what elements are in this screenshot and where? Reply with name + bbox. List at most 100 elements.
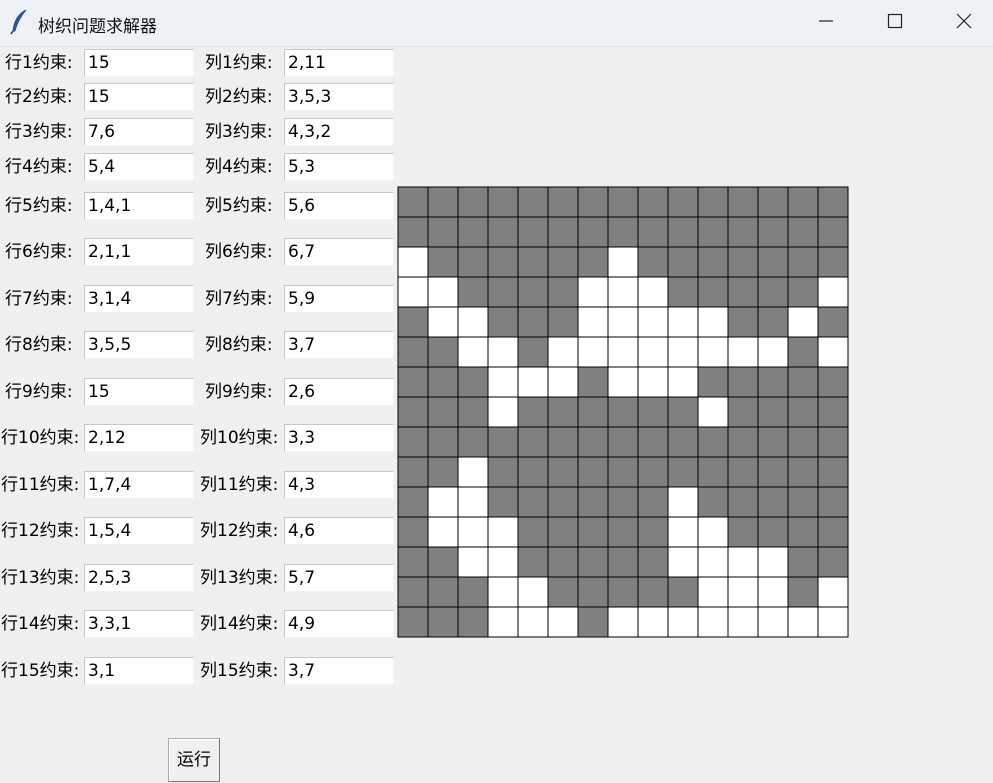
grid-cell-empty [517, 576, 549, 608]
grid-cell-empty [727, 606, 759, 638]
nonogram-grid [397, 186, 849, 638]
col-constraint-input[interactable] [284, 564, 394, 592]
grid-cell-empty [457, 456, 489, 488]
grid-cell-filled [667, 396, 699, 428]
row-constraint-input[interactable] [84, 610, 194, 638]
col-constraint-input[interactable] [284, 153, 394, 181]
grid-cell-empty [667, 486, 699, 518]
grid-cell-filled [787, 426, 819, 458]
grid-cell-filled [607, 426, 639, 458]
grid-cell-filled [727, 186, 759, 218]
grid-cell-empty [427, 516, 459, 548]
grid-cell-empty [607, 276, 639, 308]
grid-cell-filled [397, 426, 429, 458]
grid-cell-filled [637, 426, 669, 458]
grid-cell-empty [757, 606, 789, 638]
grid-cell-filled [817, 396, 849, 428]
col-constraint-input[interactable] [284, 378, 394, 406]
col-constraint-input[interactable] [284, 610, 394, 638]
grid-cell-filled [397, 306, 429, 338]
close-button[interactable] [930, 0, 993, 46]
grid-cell-filled [757, 246, 789, 278]
row-constraint-input[interactable] [84, 424, 194, 452]
col-constraint-input[interactable] [284, 424, 394, 452]
row-constraint-input[interactable] [84, 118, 194, 146]
grid-cell-filled [727, 276, 759, 308]
grid-cell-filled [787, 396, 819, 428]
grid-cell-empty [697, 546, 729, 578]
grid-cell-empty [487, 516, 519, 548]
col-constraint-input[interactable] [284, 238, 394, 266]
col-constraint-label: 列5约束: [205, 196, 273, 216]
grid-cell-filled [727, 366, 759, 398]
grid-cell-filled [817, 186, 849, 218]
grid-cell-filled [787, 186, 819, 218]
maximize-button[interactable] [861, 0, 929, 46]
row-constraint-input[interactable] [84, 285, 194, 313]
grid-cell-filled [787, 366, 819, 398]
grid-cell-filled [787, 546, 819, 578]
grid-cell-filled [487, 456, 519, 488]
grid-cell-filled [697, 426, 729, 458]
grid-cell-filled [457, 426, 489, 458]
grid-cell-filled [547, 276, 579, 308]
grid-cell-empty [487, 576, 519, 608]
row-constraint-input[interactable] [84, 471, 194, 499]
row-constraint-label: 行3约束: [5, 122, 73, 142]
row-constraint-input[interactable] [84, 49, 194, 77]
col-constraint-input[interactable] [284, 471, 394, 499]
grid-cell-filled [757, 396, 789, 428]
title-bar: 树织问题求解器 [0, 0, 993, 47]
grid-cell-empty [577, 306, 609, 338]
col-constraint-input[interactable] [284, 285, 394, 313]
grid-cell-empty [547, 606, 579, 638]
col-constraint-input[interactable] [284, 49, 394, 77]
col-constraint-input[interactable] [284, 331, 394, 359]
row-constraint-label: 行12约束: [1, 521, 80, 541]
grid-cell-filled [577, 426, 609, 458]
grid-cell-filled [727, 486, 759, 518]
grid-cell-empty [517, 606, 549, 638]
col-constraint-label: 列14约束: [200, 614, 279, 634]
col-constraint-input[interactable] [284, 192, 394, 220]
minimize-button[interactable] [792, 0, 860, 46]
row-constraint-input[interactable] [84, 657, 194, 685]
grid-cell-filled [577, 576, 609, 608]
grid-cell-filled [817, 246, 849, 278]
grid-cell-filled [547, 576, 579, 608]
row-constraint-input[interactable] [84, 192, 194, 220]
grid-cell-filled [667, 186, 699, 218]
col-constraint-input[interactable] [284, 118, 394, 146]
col-constraint-input[interactable] [284, 657, 394, 685]
maximize-icon [887, 13, 903, 34]
grid-cell-empty [577, 336, 609, 368]
grid-cell-filled [817, 456, 849, 488]
grid-cell-filled [727, 456, 759, 488]
grid-cell-empty [607, 246, 639, 278]
row-constraint-input[interactable] [84, 517, 194, 545]
col-constraint-input[interactable] [284, 517, 394, 545]
row-constraint-input[interactable] [84, 564, 194, 592]
grid-cell-empty [667, 546, 699, 578]
col-constraint-label: 列15约束: [200, 661, 279, 681]
grid-cell-filled [547, 456, 579, 488]
row-constraint-input[interactable] [84, 238, 194, 266]
col-constraint-input[interactable] [284, 83, 394, 111]
row-constraint-label: 行11约束: [1, 475, 80, 495]
grid-cell-filled [577, 366, 609, 398]
row-constraint-input[interactable] [84, 83, 194, 111]
run-button[interactable]: 运行 [168, 738, 220, 782]
grid-cell-filled [487, 186, 519, 218]
grid-cell-filled [817, 306, 849, 338]
row-constraint-input[interactable] [84, 153, 194, 181]
col-constraint-label: 列1约束: [205, 53, 273, 73]
grid-cell-filled [607, 216, 639, 248]
grid-cell-empty [487, 396, 519, 428]
grid-cell-filled [397, 186, 429, 218]
grid-cell-filled [787, 486, 819, 518]
grid-cell-empty [547, 366, 579, 398]
row-constraint-input[interactable] [84, 331, 194, 359]
row-constraint-input[interactable] [84, 378, 194, 406]
row-constraint-label: 行10约束: [1, 428, 80, 448]
grid-cell-empty [607, 606, 639, 638]
